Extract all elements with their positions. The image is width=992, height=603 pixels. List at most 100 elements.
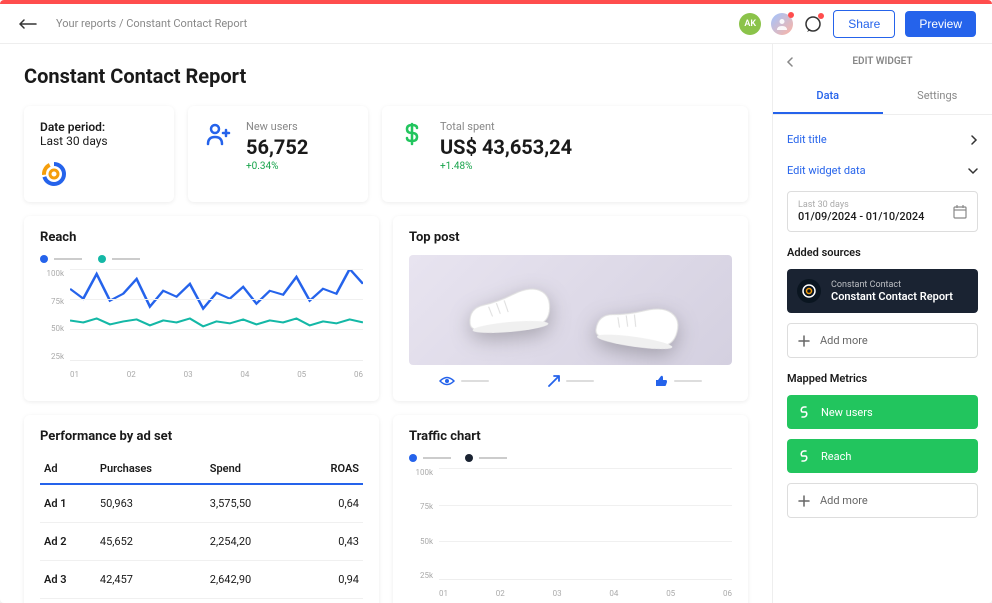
table-cell: 45,652 <box>96 523 206 561</box>
sneaker-graphic <box>462 281 556 339</box>
topbar: Your reports / Constant Contact Report A… <box>0 4 992 44</box>
link-icon <box>797 449 811 463</box>
legend-item-blue <box>40 255 82 263</box>
share-stat <box>548 375 594 387</box>
add-metric-button[interactable]: Add more <box>787 483 978 518</box>
add-more-label: Add more <box>820 334 868 347</box>
calendar-icon <box>953 205 967 219</box>
date-range-input[interactable]: Last 30 days 01/09/2024 - 01/10/2024 <box>787 191 978 232</box>
legend-item-dark <box>465 454 507 462</box>
new-users-card: New users 56,752 +0.34% <box>188 106 368 202</box>
share-button[interactable]: Share <box>833 10 895 38</box>
chevron-right-icon <box>970 135 978 145</box>
like-stat <box>654 375 702 387</box>
edit-widget-data-row[interactable]: Edit widget data <box>787 160 978 181</box>
person-icon <box>775 17 789 31</box>
date-period-label: Date period: <box>40 120 158 134</box>
table-cell: 0,43 <box>296 523 363 561</box>
card-title: Traffic chart <box>409 429 732 444</box>
edit-title-label: Edit title <box>787 133 827 146</box>
back-button[interactable] <box>16 12 40 36</box>
thumbs-up-icon <box>654 375 668 387</box>
chevron-left-icon <box>785 57 795 67</box>
table-cell: 2,254,20 <box>206 523 296 561</box>
sneaker-graphic <box>589 294 685 356</box>
notification-dot <box>818 13 824 19</box>
table-cell: 0,94 <box>296 561 363 599</box>
row-perf-traffic: Performance by ad set Ad Purchases Spend… <box>24 415 748 603</box>
table-cell: 2,642,90 <box>206 561 296 599</box>
dollar-icon <box>398 120 426 148</box>
table-cell: 3,575,50 <box>206 484 296 523</box>
app-window: Your reports / Constant Contact Report A… <box>0 0 992 603</box>
table-header-row: Ad Purchases Spend ROAS <box>40 454 363 484</box>
top-cards-row: Date period: Last 30 days New users 56,7 <box>24 106 748 202</box>
mapped-metric-item[interactable]: New users <box>787 395 978 429</box>
table-cell: Ad 2 <box>40 523 96 561</box>
reach-lines <box>70 269 363 360</box>
x-axis: 010203040506 <box>70 370 363 379</box>
metric-delta: +0.34% <box>246 161 352 172</box>
user-avatar-photo[interactable] <box>771 13 793 35</box>
card-title: Reach <box>40 230 363 245</box>
panel-body: Edit title Edit widget data Last 30 days… <box>773 115 992 532</box>
added-sources-label: Added sources <box>787 246 978 259</box>
panel-tabs: Data Settings <box>773 79 992 115</box>
link-icon <box>797 405 811 419</box>
send-icon <box>548 375 560 387</box>
date-period-value: Last 30 days <box>40 134 158 148</box>
panel-title: EDIT WIDGET <box>852 56 912 67</box>
x-axis: 010203040506 <box>439 589 732 598</box>
preview-button[interactable]: Preview <box>905 11 976 37</box>
metric-delta: +1.48% <box>440 161 732 172</box>
card-title: Performance by ad set <box>40 429 363 444</box>
table-cell: Ad 1 <box>40 484 96 523</box>
chevron-down-icon <box>968 167 978 175</box>
metric-name: Reach <box>821 450 851 463</box>
constant-contact-icon <box>801 283 817 299</box>
table-cell: Ad 3 <box>40 561 96 599</box>
tab-settings[interactable]: Settings <box>883 79 992 114</box>
source-provider: Constant Contact <box>831 280 953 290</box>
row-reach-toppost: Reach 100k75k50k25k <box>24 216 748 401</box>
chart-plot-area <box>70 269 363 361</box>
y-axis: 100k75k50k25k <box>409 468 437 580</box>
traffic-chart: 100k75k50k25k 010203040506 <box>409 468 732 598</box>
col-roas: ROAS <box>296 454 363 484</box>
reach-chart: 100k75k50k25k 01020304050 <box>40 269 363 379</box>
legend-item-teal <box>98 255 140 263</box>
add-more-label: Add more <box>820 494 868 507</box>
panel-header: EDIT WIDGET <box>773 44 992 79</box>
total-spent-card: Total spent US$ 43,653,24 +1.48% <box>382 106 748 202</box>
user-avatar-initials[interactable]: AK <box>739 13 761 35</box>
col-spend: Spend <box>206 454 296 484</box>
main: Constant Contact Report Date period: Las… <box>0 44 992 603</box>
traffic-legend <box>409 454 732 462</box>
plus-icon <box>798 335 810 347</box>
add-source-button[interactable]: Add more <box>787 323 978 358</box>
legend-item-blue <box>409 454 451 462</box>
table-cell: 50,963 <box>96 484 206 523</box>
panel-back-button[interactable] <box>785 57 795 67</box>
source-logo <box>797 279 821 303</box>
content-area: Constant Contact Report Date period: Las… <box>0 44 772 603</box>
edit-widget-data-label: Edit widget data <box>787 164 866 177</box>
chat-button[interactable] <box>803 14 823 34</box>
metric-label: New users <box>246 120 352 133</box>
date-range-value: 01/09/2024 - 01/10/2024 <box>798 210 924 223</box>
date-range-label: Last 30 days <box>798 200 924 210</box>
source-item[interactable]: Constant Contact Constant Contact Report <box>787 269 978 313</box>
top-post-card: Top post <box>393 216 748 401</box>
table-row: Ad 245,6522,254,200,43 <box>40 523 363 561</box>
mapped-metric-item[interactable]: Reach <box>787 439 978 473</box>
table-cell: 0,64 <box>296 484 363 523</box>
page-title: Constant Contact Report <box>24 64 748 88</box>
reach-card: Reach 100k75k50k25k <box>24 216 379 401</box>
edit-title-row[interactable]: Edit title <box>787 129 978 150</box>
table-cell: 42,457 <box>96 561 206 599</box>
tab-data[interactable]: Data <box>773 79 883 114</box>
mapped-metrics-label: Mapped Metrics <box>787 372 978 385</box>
table-row: Ad 342,4572,642,900,94 <box>40 561 363 599</box>
table-row: Ad 150,9633,575,500,64 <box>40 484 363 523</box>
bars-area <box>439 468 732 580</box>
